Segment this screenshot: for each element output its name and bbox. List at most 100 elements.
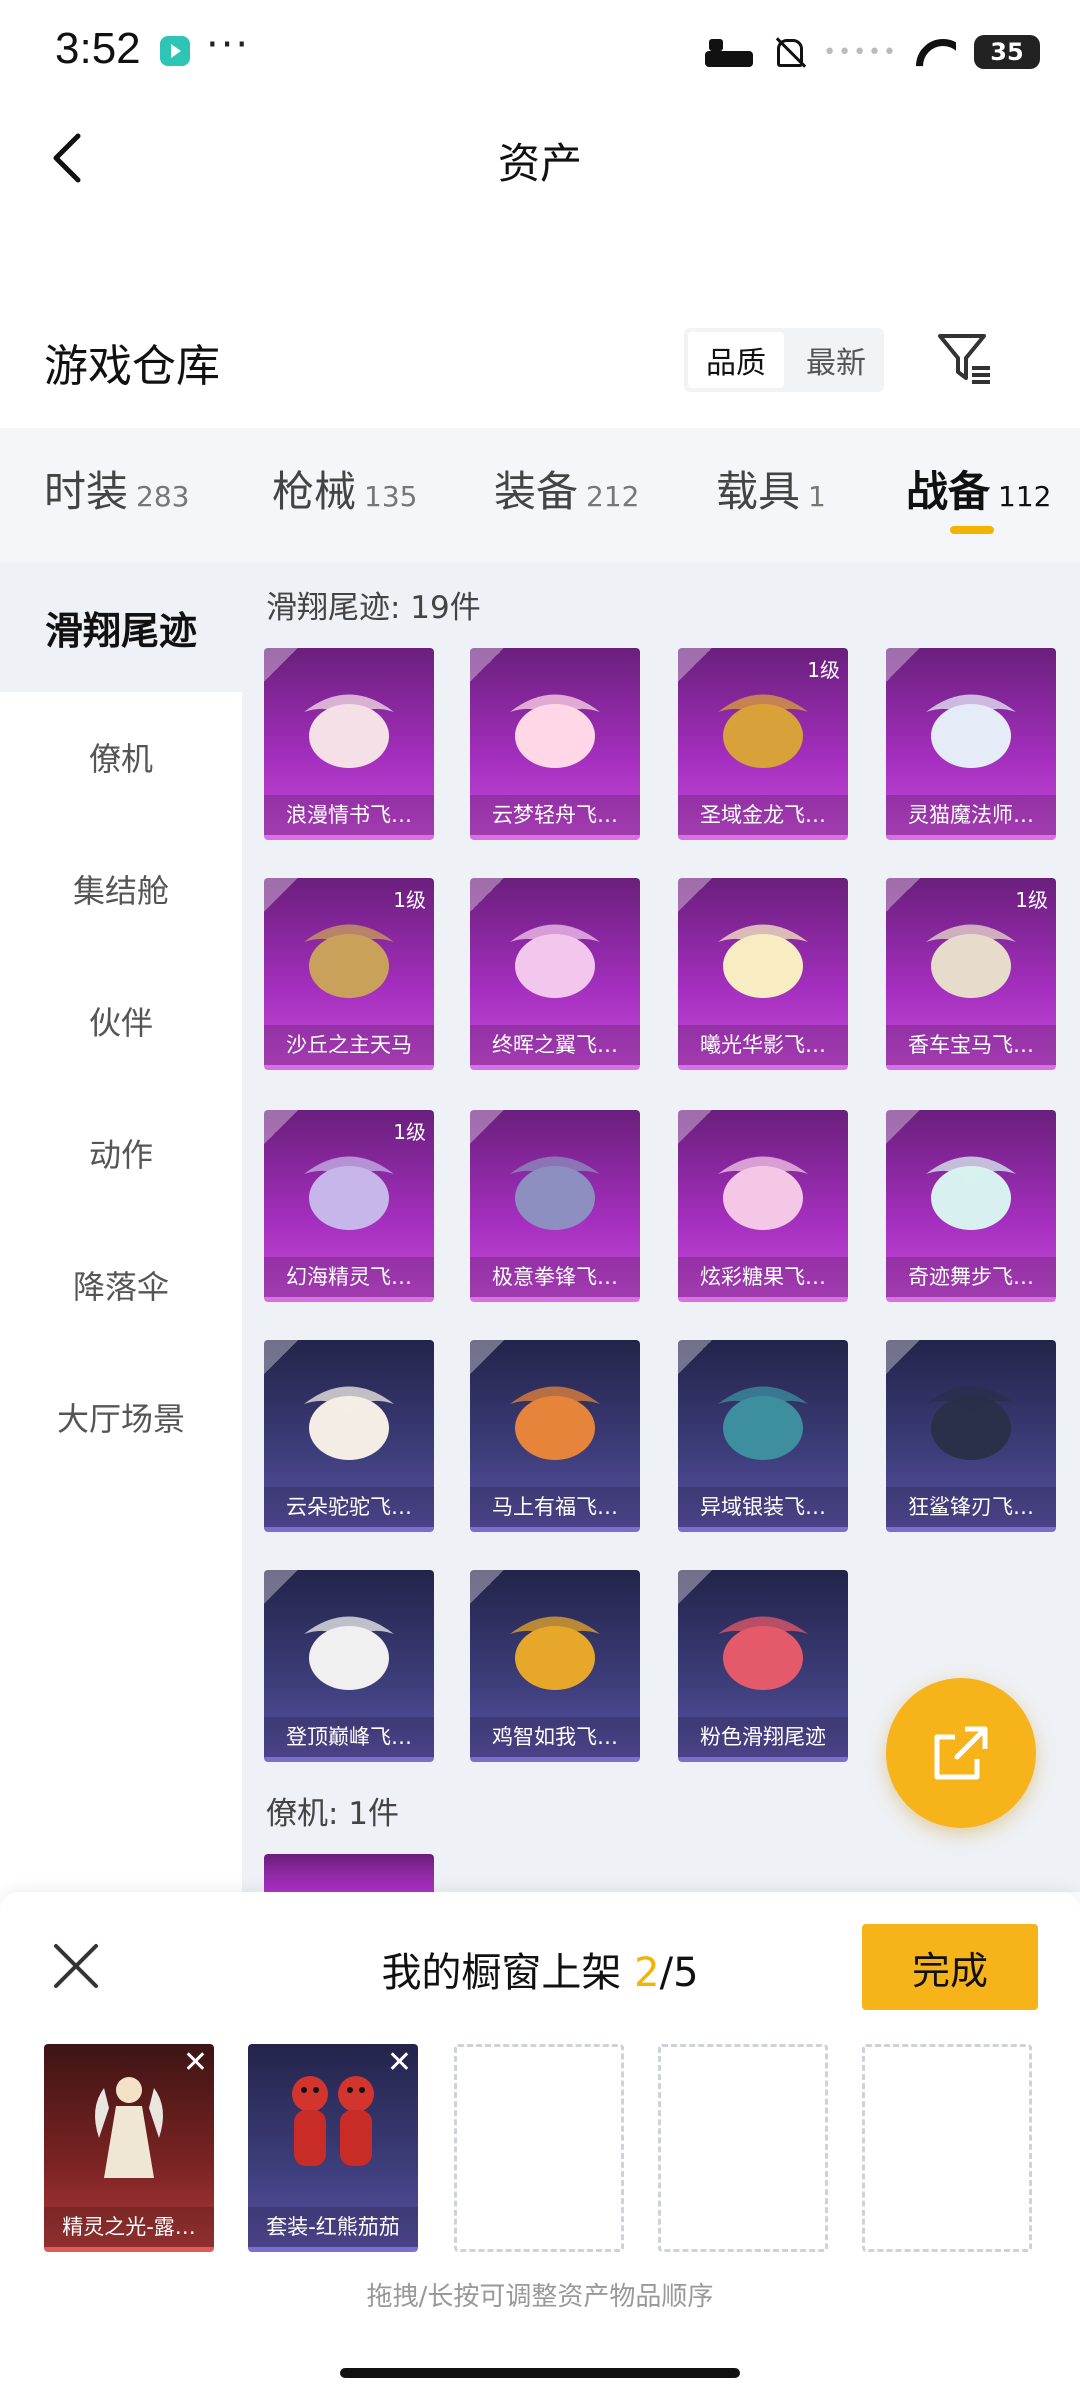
tab-equipment[interactable]: 装备 212	[494, 458, 639, 519]
item-card-partial[interactable]	[264, 1854, 434, 1892]
item-card[interactable]: 曦光华影飞…	[678, 878, 848, 1070]
app-notification-icon	[160, 36, 190, 66]
showcase-slot-2[interactable]: ✕ 套装-红熊茄茄	[248, 2044, 418, 2252]
tab-label: 战备	[906, 467, 991, 516]
item-image	[926, 694, 1016, 768]
item-card[interactable]: 1级 香车宝马飞…	[886, 878, 1056, 1070]
item-image	[304, 1616, 394, 1690]
item-card[interactable]: 灵猫魔法师…	[886, 648, 1056, 840]
item-image	[926, 924, 1016, 998]
status-icons: ••••• 35	[705, 30, 1040, 74]
group-header-glide-trail: 滑翔尾迹: 19件	[266, 590, 481, 626]
item-name: 极意拳锋飞…	[470, 1257, 640, 1297]
item-name: 云朵驼驼飞…	[264, 1487, 434, 1527]
item-card[interactable]: 奇迹舞步飞…	[886, 1110, 1056, 1302]
item-card[interactable]: 云梦轻舟飞…	[470, 648, 640, 840]
item-image	[926, 1386, 1016, 1460]
tab-count: 212	[586, 480, 640, 513]
item-image	[718, 1156, 808, 1230]
item-name: 登顶巅峰飞…	[264, 1717, 434, 1757]
wifi-icon	[916, 37, 956, 67]
item-card[interactable]: 粉色滑翔尾迹	[678, 1570, 848, 1762]
item-card[interactable]: 登顶巅峰飞…	[264, 1570, 434, 1762]
item-name: 浪漫情书飞…	[264, 795, 434, 835]
sidebar-item-wingman[interactable]: 僚机	[0, 692, 242, 822]
item-name: 圣域金龙飞…	[678, 795, 848, 835]
item-card[interactable]: 终晖之翼飞…	[470, 878, 640, 1070]
item-image	[510, 694, 600, 768]
showcase-slot-empty[interactable]	[862, 2044, 1032, 2252]
showcase-title-text: 我的橱窗上架	[381, 1950, 622, 1996]
reorder-hint: 拖拽/长按可调整资产物品顺序	[366, 2282, 714, 2312]
sidebar-item-assembly-pod[interactable]: 集结舱	[0, 824, 242, 954]
item-image	[95, 2077, 163, 2178]
remove-slot-icon[interactable]: ✕	[183, 2048, 208, 2078]
page-title: 资产	[497, 139, 582, 188]
warehouse-title: 游戏仓库	[44, 341, 220, 392]
filter-icon[interactable]	[934, 328, 994, 388]
showcase-slot-1[interactable]: ✕ 精灵之光-露…	[44, 2044, 214, 2252]
sort-quality-button[interactable]: 品质	[688, 332, 784, 388]
bed-icon	[705, 37, 754, 67]
item-card[interactable]: 浪漫情书飞…	[264, 648, 434, 840]
status-bar: 3:52 ··· ••••• 35	[0, 0, 1080, 100]
sidebar-item-partner[interactable]: 伙伴	[0, 956, 242, 1086]
item-image	[510, 1386, 600, 1460]
showcase-total-count: /5	[659, 1950, 699, 1996]
share-icon	[934, 1726, 988, 1780]
item-card[interactable]: 极意拳锋飞…	[470, 1110, 640, 1302]
item-image	[718, 1386, 808, 1460]
item-name: 异域银装飞…	[678, 1487, 848, 1527]
item-card[interactable]: 鸡智如我飞…	[470, 1570, 640, 1762]
status-time: 3:52	[55, 24, 141, 73]
done-button[interactable]: 完成	[862, 1924, 1038, 2010]
item-image	[304, 1156, 394, 1230]
active-tab-indicator	[950, 526, 994, 534]
item-name: 幻海精灵飞…	[264, 1257, 434, 1297]
item-image	[292, 2076, 374, 2166]
category-tabs: 时装 283 枪械 135 装备 212 载具 1 战备 112	[0, 428, 1080, 562]
item-name: 云梦轻舟飞…	[470, 795, 640, 835]
item-card[interactable]: 1级 幻海精灵飞…	[264, 1110, 434, 1302]
tab-fashion[interactable]: 时装 283	[44, 458, 189, 519]
item-card[interactable]: 异域银装飞…	[678, 1340, 848, 1532]
home-indicator[interactable]	[340, 2368, 740, 2378]
item-card[interactable]: 1级 圣域金龙飞…	[678, 648, 848, 840]
item-image	[510, 1616, 600, 1690]
tab-label: 载具	[716, 467, 801, 516]
tab-vehicles[interactable]: 载具 1	[716, 458, 826, 519]
item-card[interactable]: 炫彩糖果飞…	[678, 1110, 848, 1302]
item-card[interactable]: 马上有福飞…	[470, 1340, 640, 1532]
tab-combat-gear[interactable]: 战备 112	[906, 458, 1051, 519]
slot-item-name: 精灵之光-露…	[44, 2207, 214, 2247]
item-image	[510, 1156, 600, 1230]
tab-label: 装备	[494, 467, 579, 516]
item-name: 奇迹舞步飞…	[886, 1257, 1056, 1297]
showcase-slot-empty[interactable]	[658, 2044, 828, 2252]
item-card[interactable]: 狂鲨锋刃飞…	[886, 1340, 1056, 1532]
item-name: 灵猫魔法师…	[886, 795, 1056, 835]
showcase-current-count: 2	[634, 1950, 660, 1996]
sort-latest-button[interactable]: 最新	[788, 332, 884, 388]
share-button[interactable]	[886, 1678, 1036, 1828]
item-name: 鸡智如我飞…	[470, 1717, 640, 1757]
tab-firearms[interactable]: 枪械 135	[272, 458, 417, 519]
item-card[interactable]: 云朵驼驼飞…	[264, 1340, 434, 1532]
sidebar-item-emote[interactable]: 动作	[0, 1088, 242, 1218]
item-image	[510, 924, 600, 998]
item-image	[304, 1386, 394, 1460]
item-card[interactable]: 1级 沙丘之主天马	[264, 878, 434, 1070]
item-image	[304, 924, 394, 998]
sort-toggle: 品质 最新	[684, 328, 884, 392]
sidebar-item-parachute[interactable]: 降落伞	[0, 1220, 242, 1350]
remove-slot-icon[interactable]: ✕	[387, 2048, 412, 2078]
item-image	[926, 1156, 1016, 1230]
showcase-slot-empty[interactable]	[454, 2044, 624, 2252]
item-name: 香车宝马飞…	[886, 1025, 1056, 1065]
item-name: 沙丘之主天马	[264, 1025, 434, 1065]
group-header-wingman: 僚机: 1件	[266, 1796, 400, 1832]
sidebar-item-lobby-scene[interactable]: 大厅场景	[0, 1352, 242, 1482]
sidebar-item-glide-trail[interactable]: 滑翔尾迹	[0, 562, 242, 692]
signal-icon: •••••	[823, 39, 898, 65]
mute-bell-icon	[771, 35, 805, 69]
